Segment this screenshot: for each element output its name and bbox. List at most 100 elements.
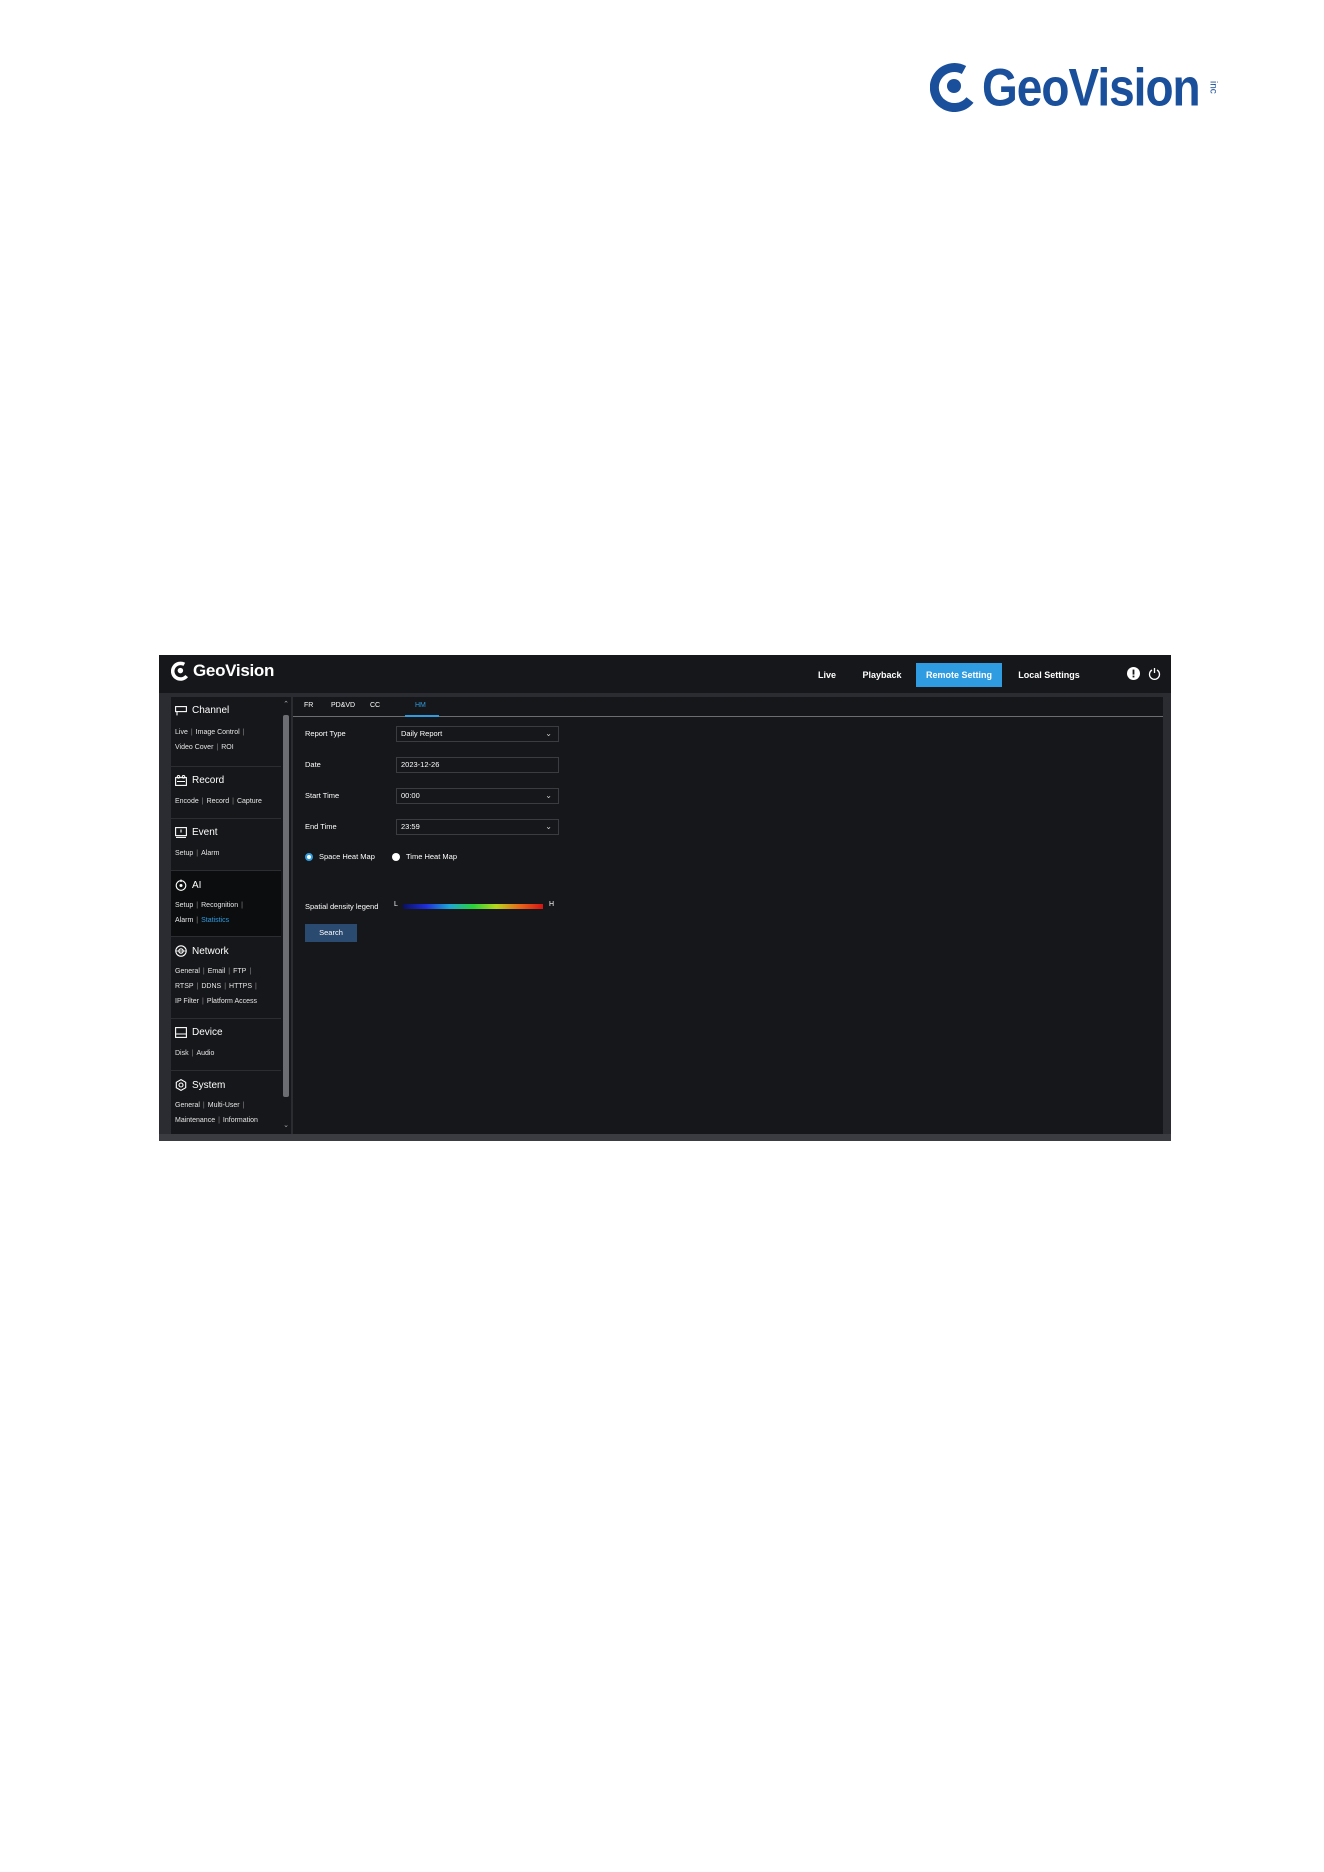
sidebar-title-ai[interactable]: AI: [175, 879, 201, 891]
ai-icon: [175, 879, 187, 891]
link-live[interactable]: Live: [175, 729, 188, 736]
link-information[interactable]: Information: [223, 1117, 258, 1124]
sidebar-title-channel[interactable]: Channel: [175, 705, 229, 716]
link-ip-filter[interactable]: IP Filter: [175, 998, 199, 1005]
chevron-down-icon: ⌄: [545, 729, 552, 738]
start-time-select[interactable]: 00:00 ⌄: [396, 788, 559, 804]
scroll-up-icon[interactable]: ⌃: [282, 701, 290, 709]
frame-bottom-border: [159, 1134, 1171, 1141]
scroll-down-icon[interactable]: ⌄: [282, 1122, 290, 1130]
nav-playback[interactable]: Playback: [855, 663, 909, 687]
chevron-down-icon: ⌄: [545, 822, 552, 831]
sidebar-group-record: Record Encode | Record | Capture: [171, 767, 281, 819]
sidebar-network-label: Network: [192, 945, 229, 957]
end-time-select[interactable]: 23:59 ⌄: [396, 819, 559, 835]
date-field[interactable]: 2023-12-26: [396, 757, 559, 773]
link-sys-general[interactable]: General: [175, 1102, 200, 1109]
sidebar-system-label: System: [192, 1079, 226, 1091]
sidebar-group-network: Network General | Email | FTP | RTSP | DDNS | HTT…: [171, 937, 281, 1019]
document-logo-wordmark: GeoVision: [982, 57, 1201, 117]
link-recognition[interactable]: Recognition: [201, 902, 238, 909]
link-image-control[interactable]: Image Control: [196, 729, 240, 736]
record-links: Encode | Record | Capture: [175, 798, 262, 805]
link-platform-access[interactable]: Platform Access: [207, 998, 257, 1005]
report-type-value: Daily Report: [401, 729, 443, 738]
search-button[interactable]: Search: [305, 924, 357, 942]
start-time-label: Start Time: [305, 791, 340, 800]
scrollbar-thumb[interactable]: [283, 715, 289, 1097]
system-links: General | Multi-User | Maintenance | Informat…: [175, 1102, 258, 1124]
sidebar-title-event[interactable]: Event: [175, 827, 218, 838]
ai-links: Setup | Recognition | Alarm | Statistics: [175, 902, 243, 924]
legend-low-label: L: [394, 901, 398, 908]
link-event-alarm[interactable]: Alarm: [201, 850, 219, 857]
sidebar-title-device[interactable]: Device: [175, 1027, 223, 1038]
link-audio[interactable]: Audio: [196, 1050, 214, 1057]
link-record[interactable]: Record: [207, 798, 230, 805]
geovision-logo-icon: [930, 63, 974, 112]
link-encode[interactable]: Encode: [175, 798, 199, 805]
report-type-select[interactable]: Daily Report ⌄: [396, 726, 559, 742]
geovision-logo-icon: [171, 661, 189, 681]
nav-remote-setting[interactable]: Remote Setting: [916, 663, 1002, 687]
device-icon: [175, 1027, 187, 1038]
sidebar-group-system: System General | Multi-User | Maintenance | I…: [171, 1071, 281, 1134]
sidebar-group-ai: AI Setup | Recognition | Alarm | Statistics: [171, 871, 281, 937]
event-links: Setup | Alarm: [175, 850, 220, 857]
link-disk[interactable]: Disk: [175, 1050, 189, 1057]
sidebar-event-label: Event: [192, 827, 218, 838]
tab-fr[interactable]: FR: [304, 702, 313, 709]
tab-cc[interactable]: CC: [370, 702, 380, 709]
nav-local-settings[interactable]: Local Settings: [1009, 663, 1089, 687]
nav-live[interactable]: Live: [810, 663, 844, 687]
link-multi-user[interactable]: Multi-User: [208, 1102, 240, 1109]
link-ftp[interactable]: FTP: [233, 968, 246, 975]
link-event-setup[interactable]: Setup: [175, 850, 193, 857]
sidebar-device-label: Device: [192, 1027, 223, 1038]
tab-bar: FR PD&VD CC HM: [293, 697, 1163, 717]
network-icon: [175, 945, 187, 957]
sidebar-scrollbar[interactable]: ⌃ ⌄: [281, 697, 291, 1134]
tab-hm[interactable]: HM: [415, 702, 426, 709]
link-rtsp[interactable]: RTSP: [175, 983, 194, 990]
time-heat-map-radio[interactable]: Time Heat Map: [392, 852, 457, 861]
link-net-general[interactable]: General: [175, 968, 200, 975]
density-legend-bar: [403, 904, 543, 909]
link-roi[interactable]: ROI: [221, 744, 233, 751]
power-icon[interactable]: [1148, 667, 1161, 680]
radio-unselected-icon: [392, 852, 400, 861]
main-panel: FR PD&VD CC HM Report Type Daily Report …: [293, 697, 1163, 1134]
sidebar-title-network[interactable]: Network: [175, 945, 229, 957]
link-maintenance[interactable]: Maintenance: [175, 1117, 215, 1124]
device-links: Disk | Audio: [175, 1050, 215, 1057]
sidebar-group-event: Event Setup | Alarm: [171, 819, 281, 871]
link-ddns[interactable]: DDNS: [201, 983, 221, 990]
app-window: GeoVision Live Playback Remote Setting L…: [159, 655, 1171, 1141]
report-type-label: Report Type: [305, 729, 346, 738]
space-heat-map-radio[interactable]: Space Heat Map: [305, 852, 375, 861]
link-https[interactable]: HTTPS: [229, 983, 252, 990]
end-time-value: 23:59: [401, 822, 420, 831]
sidebar-title-record[interactable]: Record: [175, 775, 224, 786]
space-heat-map-label: Space Heat Map: [319, 852, 375, 861]
document-logo-suffix: inc: [1207, 80, 1219, 94]
tab-pd-vd[interactable]: PD&VD: [331, 702, 355, 709]
end-time-label: End Time: [305, 822, 337, 831]
date-label: Date: [305, 760, 321, 769]
radio-selected-icon: [305, 852, 313, 861]
link-video-cover[interactable]: Video Cover: [175, 744, 213, 751]
chevron-down-icon: ⌄: [545, 791, 552, 800]
link-ai-alarm[interactable]: Alarm: [175, 917, 193, 924]
app-logo: GeoVision: [171, 661, 274, 681]
legend-high-label: H: [549, 901, 555, 908]
sidebar-title-system[interactable]: System: [175, 1079, 225, 1091]
link-statistics[interactable]: Statistics: [201, 917, 229, 924]
app-logo-wordmark: GeoVision: [193, 661, 275, 680]
sidebar-ai-label: AI: [192, 879, 202, 891]
info-icon[interactable]: [1127, 667, 1140, 680]
link-capture[interactable]: Capture: [237, 798, 262, 805]
link-ai-setup[interactable]: Setup: [175, 902, 193, 909]
sidebar-channel-label: Channel: [192, 705, 230, 716]
link-email[interactable]: Email: [208, 968, 226, 975]
time-heat-map-label: Time Heat Map: [406, 852, 457, 861]
